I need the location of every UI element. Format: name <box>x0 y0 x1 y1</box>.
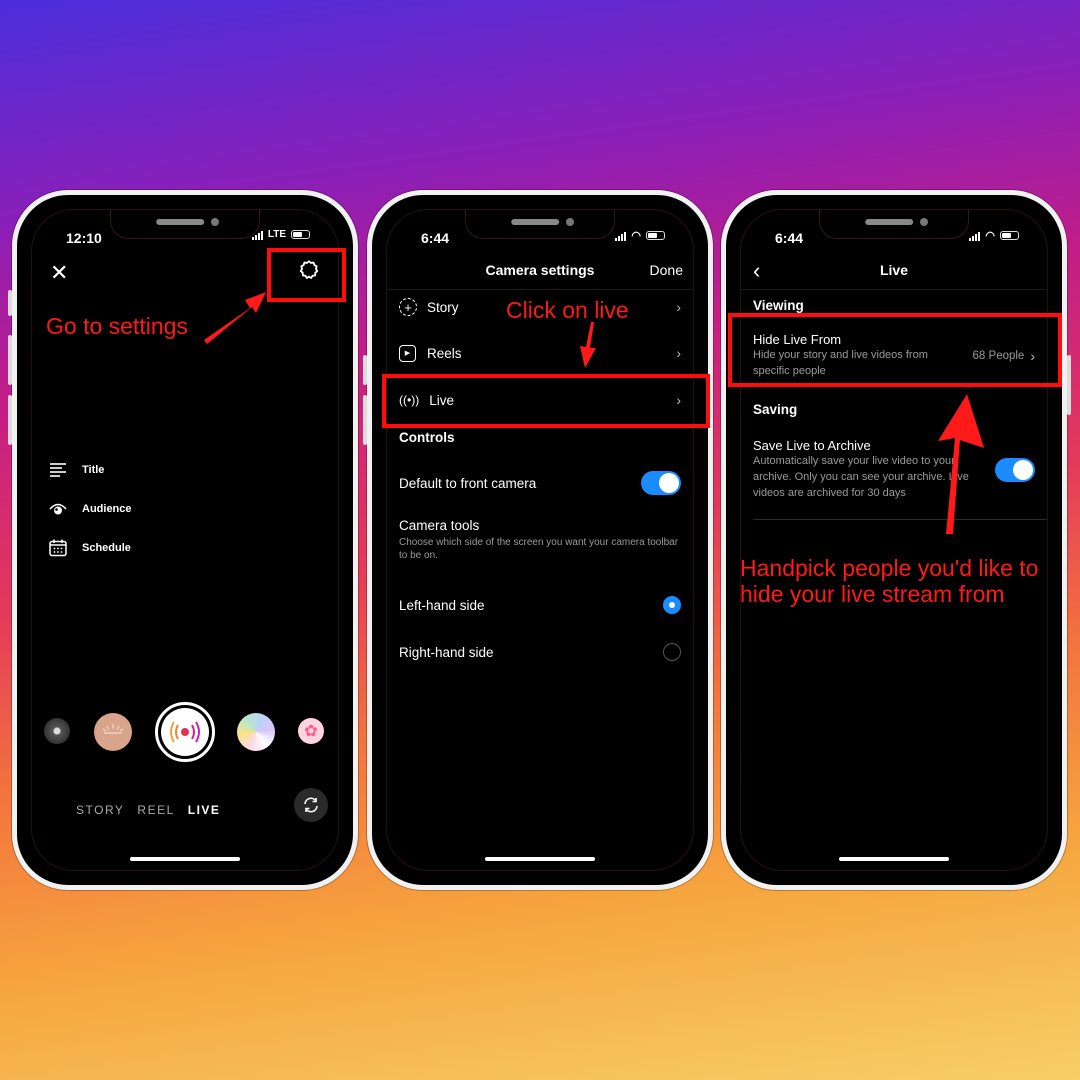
arrow-to-hide-live <box>938 394 984 534</box>
